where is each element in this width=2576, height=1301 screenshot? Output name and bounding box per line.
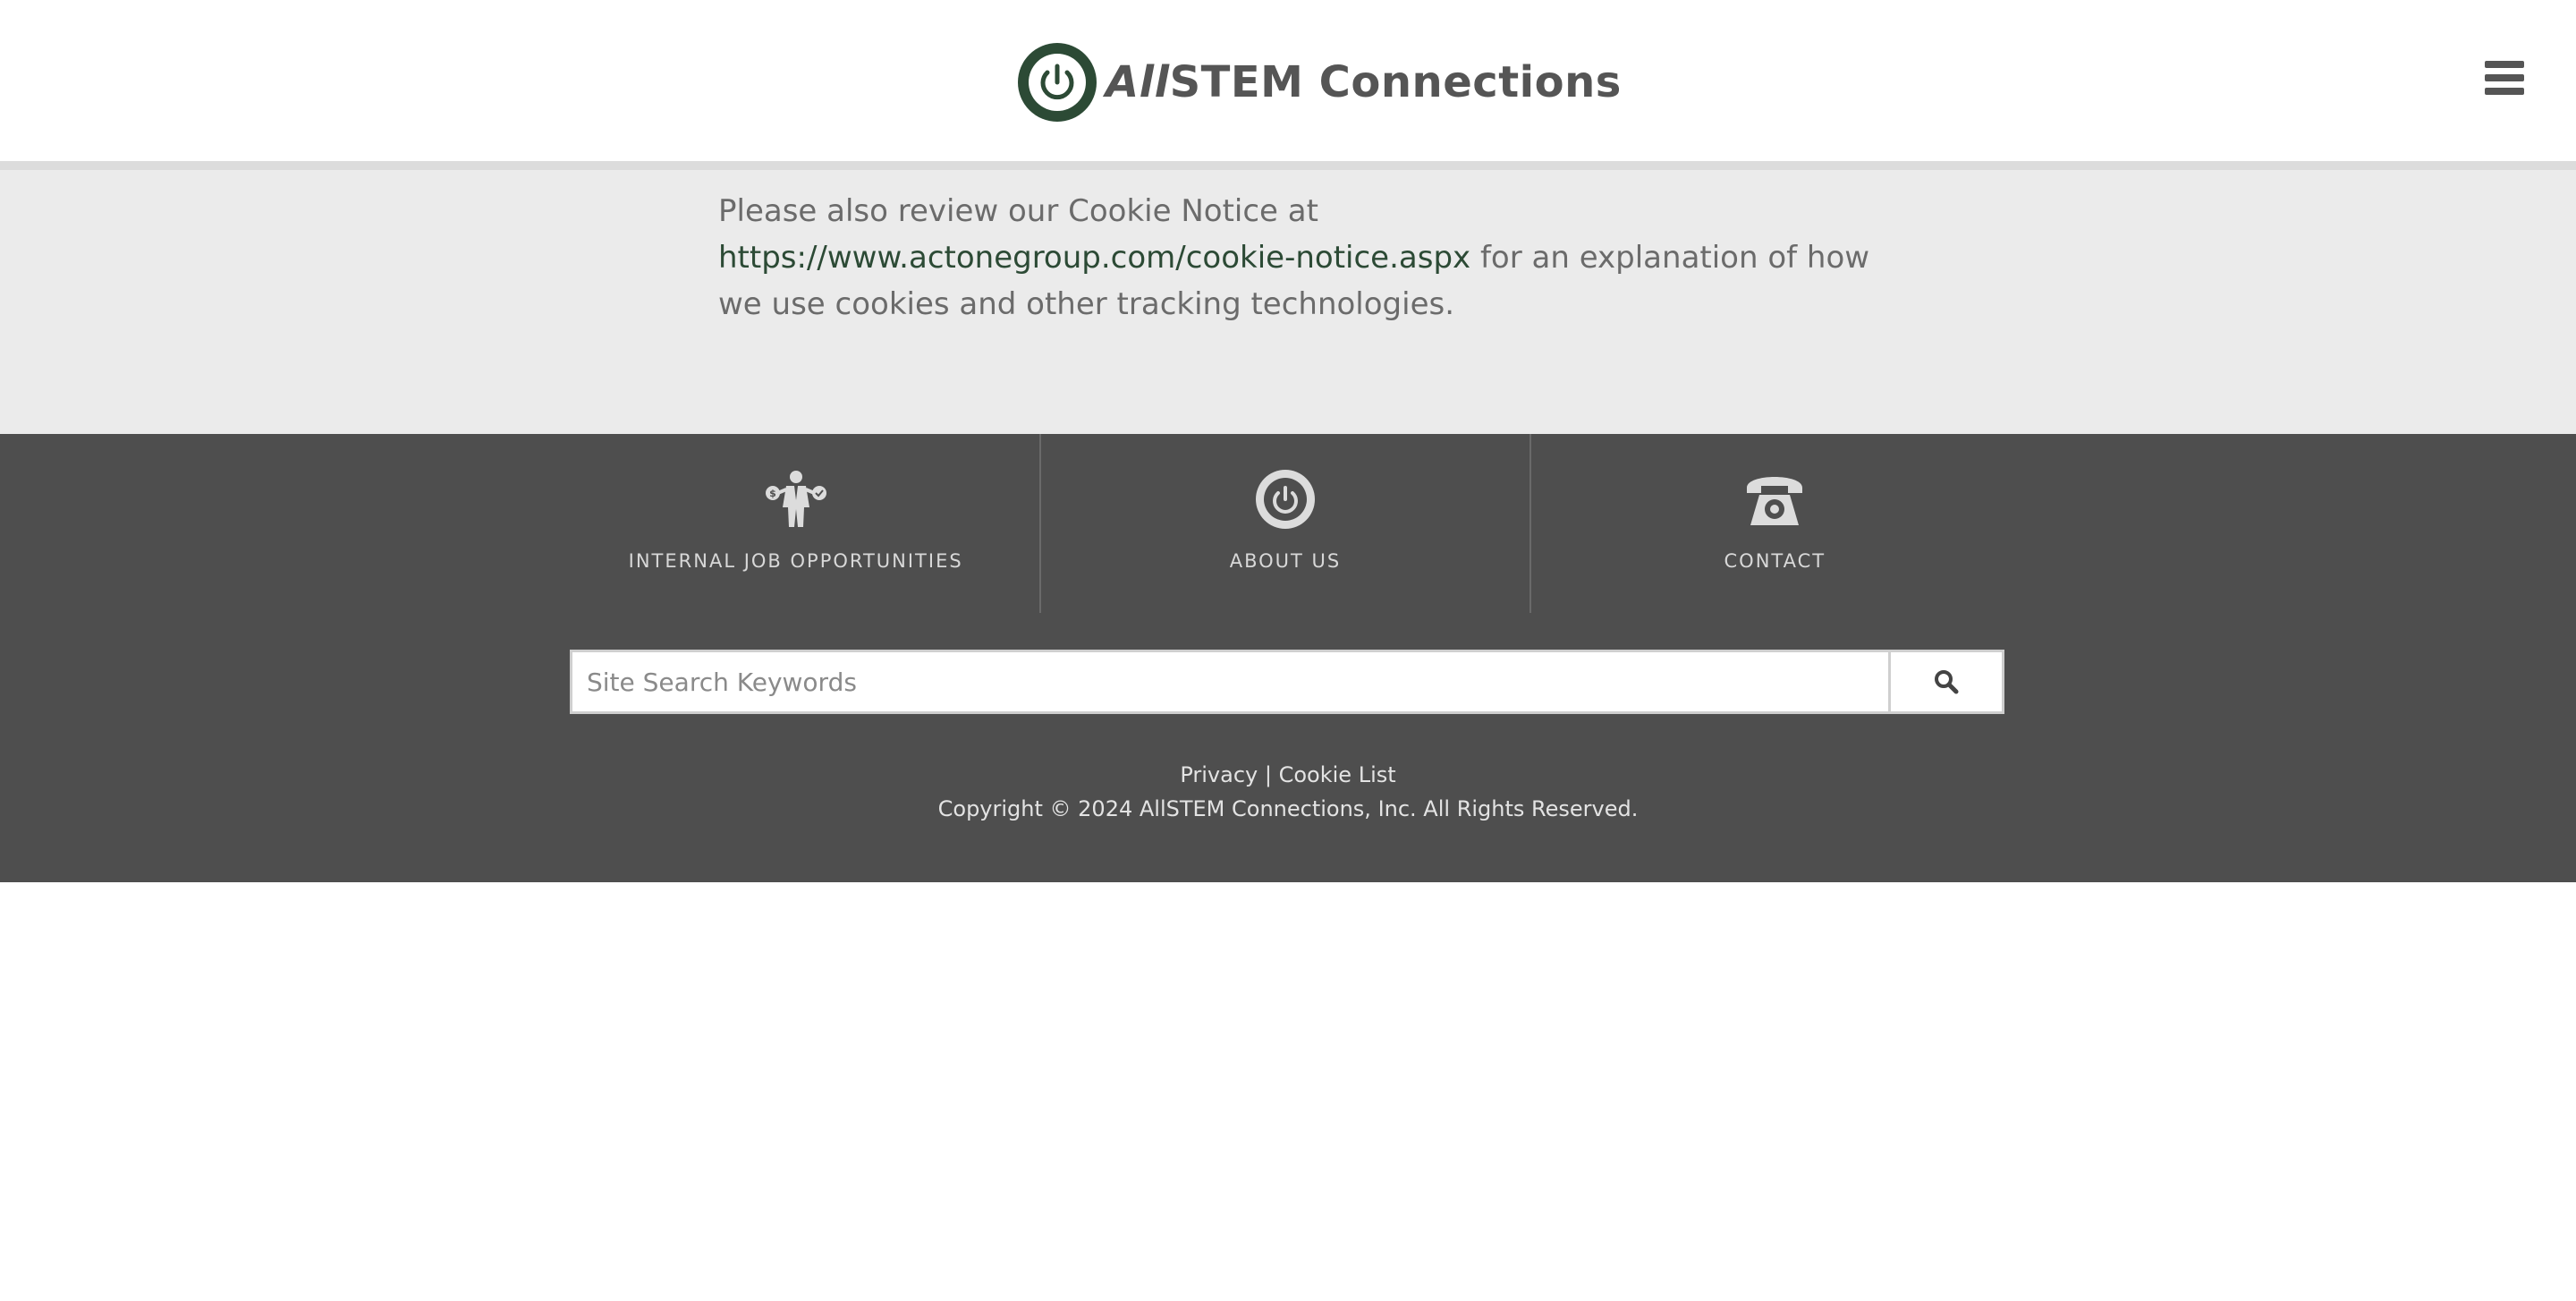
site-header: AllSTEM Connections — [0, 0, 2576, 161]
cookie-list-link[interactable]: Cookie List — [1279, 762, 1396, 787]
power-icon — [1018, 43, 1097, 122]
svg-text:$: $ — [769, 488, 776, 499]
brand-prefix: All — [1106, 57, 1170, 107]
search-button[interactable] — [1888, 650, 2004, 714]
site-logo[interactable]: AllSTEM Connections — [1018, 43, 1622, 122]
footer-nav-contact[interactable]: CONTACT — [1529, 434, 2019, 613]
legal-links: Privacy | Cookie List — [0, 758, 2576, 792]
footer-nav-job-opportunities[interactable]: $ INTERNAL JOB OPPORTUNITIES — [552, 434, 1039, 613]
footer-legal: Privacy | Cookie List Copyright © 2024 A… — [0, 758, 2576, 826]
header-divider — [0, 161, 2576, 170]
search-icon — [1935, 670, 1959, 694]
notice-text-before: Please also review our Cookie Notice at — [718, 193, 1318, 229]
businessman-icon: $ — [765, 471, 826, 527]
site-search — [570, 650, 2004, 714]
footer-nav: $ INTERNAL JOB OPPORTUNITIES ABOUT US CO… — [552, 434, 2019, 613]
power-icon — [1255, 470, 1315, 529]
privacy-link[interactable]: Privacy — [1180, 762, 1258, 787]
footer-nav-about-us[interactable]: ABOUT US — [1039, 434, 1529, 613]
telephone-icon — [1747, 477, 1803, 525]
brand-name: AllSTEM Connections — [1106, 57, 1622, 107]
footer-nav-label: ABOUT US — [1229, 550, 1342, 572]
copyright-text: Copyright © 2024 AllSTEM Connections, In… — [937, 796, 1639, 821]
footer-nav-label: CONTACT — [1724, 550, 1826, 572]
search-input[interactable] — [570, 650, 1888, 714]
footer-nav-label: INTERNAL JOB OPPORTUNITIES — [628, 550, 963, 572]
site-footer: $ INTERNAL JOB OPPORTUNITIES ABOUT US CO… — [0, 434, 2576, 882]
hamburger-menu-icon[interactable] — [2485, 61, 2524, 95]
cookie-notice-link[interactable]: https://www.actonegroup.com/cookie-notic… — [718, 240, 1470, 276]
brand-suffix: STEM Connections — [1169, 57, 1622, 107]
cookie-notice-text: Please also review our Cookie Notice at … — [718, 188, 1881, 327]
legal-separator: | — [1264, 762, 1272, 787]
